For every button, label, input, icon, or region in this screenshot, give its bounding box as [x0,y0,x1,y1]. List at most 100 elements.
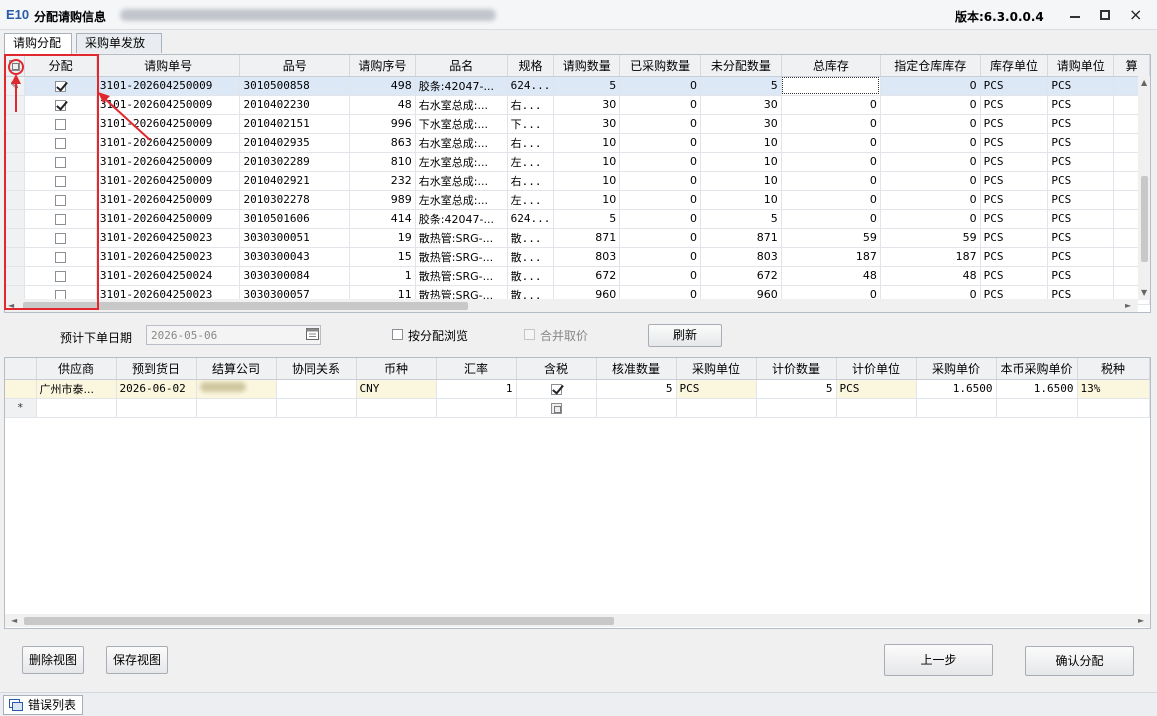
cell-stock_unit[interactable]: PCS [980,114,1049,134]
cell-stock[interactable] [781,76,881,96]
cell-unalloc[interactable]: 30 [700,95,782,115]
cell-unalloc[interactable]: 10 [700,152,782,172]
cell-seq[interactable]: 498 [349,76,416,96]
cell-allocate[interactable] [24,114,97,134]
cell-company[interactable] [196,379,277,399]
cell-item_no[interactable]: 3010500858 [239,76,350,96]
cell-purchased[interactable]: 0 [619,190,701,210]
requisition-vertical-scrollbar[interactable]: ▲ ▼ [1138,76,1150,300]
cell-req_unit[interactable]: PCS [1047,266,1115,286]
cell-stock[interactable]: 0 [781,209,881,229]
scroll-thumb[interactable] [1141,176,1148,262]
cell-item_no[interactable]: 2010402935 [239,133,350,153]
close-button[interactable]: × [1122,4,1148,26]
cell-req_no[interactable]: 3101-202604250009 [96,133,241,153]
scroll-up-icon[interactable]: ▲ [1141,78,1147,87]
cell-qty[interactable]: 5 [553,209,621,229]
cell-seq[interactable]: 15 [349,247,416,267]
cell-seq[interactable]: 863 [349,133,416,153]
cell-price_qty[interactable]: 5 [756,379,837,399]
cell-unalloc[interactable]: 672 [700,266,782,286]
allocate-checkbox[interactable] [55,175,67,187]
cell-tax[interactable]: 13% [1077,379,1150,399]
cell-req_unit[interactable]: PCS [1047,209,1115,229]
cell-req_unit[interactable]: PCS [1047,76,1115,96]
cell-qty[interactable]: 10 [553,171,621,191]
cell-stock_unit[interactable]: PCS [980,152,1049,172]
column-header-price_unit[interactable]: 计价单位 [836,358,917,380]
scroll-down-icon[interactable]: ▼ [1141,288,1147,297]
cell-seq[interactable]: 810 [349,152,416,172]
cell-stock_unit[interactable]: PCS [980,266,1049,286]
allocate-checkbox[interactable] [55,213,67,225]
cell-tax-included[interactable] [516,398,597,418]
cell-tax-included[interactable] [516,379,597,399]
cell-item_no[interactable]: 2010402230 [239,95,350,115]
cell-seq[interactable]: 19 [349,228,416,248]
cell-stock[interactable]: 187 [781,247,881,267]
cell-allocate[interactable] [24,247,97,267]
row-indicator[interactable] [5,266,26,286]
column-header-seq[interactable]: 请购序号 [349,55,416,77]
cell-allocate[interactable] [24,152,97,172]
scroll-left-icon[interactable]: ◄ [11,614,17,627]
cell-stock[interactable]: 48 [781,266,881,286]
column-header-currency[interactable]: 币种 [356,358,437,380]
delete-view-button[interactable]: 删除视图 [22,646,84,674]
order-date-input[interactable]: 2026-05-06 [146,325,321,345]
requisition-row[interactable]: 3101-202604250009 2010302289 810 左水室总成:... 左… [5,152,1150,172]
cell-req_no[interactable]: 3101-202604250009 [96,171,241,191]
requisition-row[interactable]: 3101-202604250009 3010501606 414 胶条:42047-.… [5,209,1150,229]
previous-step-button[interactable]: 上一步 [884,644,993,676]
cell-rate[interactable] [436,398,517,418]
cell-item_no[interactable]: 3030300051 [239,228,350,248]
allocate-checkbox[interactable] [55,270,67,282]
cell-spec[interactable]: 624... [507,76,555,96]
cell-unalloc[interactable]: 803 [700,247,782,267]
column-header-arrival[interactable]: 预到货日 [116,358,197,380]
cell-purchased[interactable]: 0 [619,171,701,191]
cell-req_no[interactable]: 3101-202604250009 [96,95,241,115]
cell-spec[interactable]: 右... [507,133,555,153]
scroll-left-icon[interactable]: ◄ [8,299,14,312]
cell-spec[interactable]: 右... [507,171,555,191]
cell-unalloc[interactable]: 30 [700,114,782,134]
cell-stock_unit[interactable]: PCS [980,228,1049,248]
cell-item_no[interactable]: 3010501606 [239,209,350,229]
cell-seq[interactable]: 1 [349,266,416,286]
cell-stock_unit[interactable]: PCS [980,171,1049,191]
cell-local_price[interactable] [996,398,1078,418]
cell-name[interactable]: 左水室总成:... [415,190,508,210]
cell-req_unit[interactable]: PCS [1047,247,1115,267]
row-indicator[interactable] [5,133,26,153]
maximize-button[interactable] [1092,4,1118,26]
cell-req_no[interactable]: 3101-202604250023 [96,228,241,248]
requisition-row[interactable]: ✎ 3101-202604250009 3010500858 498 胶条:42047-… [5,76,1150,96]
cell-item_no[interactable]: 2010302278 [239,190,350,210]
requisition-horizontal-scrollbar[interactable]: ◄ ► [5,299,1138,312]
new-row-marker[interactable]: * [5,398,37,418]
select-all-checkbox[interactable] [9,60,21,72]
cell-name[interactable]: 右水室总成:... [415,95,508,115]
cell-arrival[interactable] [116,398,197,418]
minimize-button[interactable] [1062,4,1088,26]
cell-relation[interactable] [276,398,357,418]
cell-stock[interactable]: 59 [781,228,881,248]
cell-purchased[interactable]: 0 [619,152,701,172]
cell-stock_unit[interactable]: PCS [980,209,1049,229]
column-header-ind[interactable] [5,358,37,380]
row-indicator[interactable]: ✎ [5,76,26,96]
cell-req_unit[interactable]: PCS [1047,190,1115,210]
column-header-item_no[interactable]: 品号 [239,55,350,77]
tax-included-checkbox[interactable] [550,402,562,414]
column-header-stock_unit[interactable]: 库存单位 [980,55,1049,77]
cell-price_qty[interactable] [756,398,837,418]
supplier-horizontal-scrollbar[interactable]: ◄ ► [5,614,1150,627]
requisition-row[interactable]: 3101-202604250009 2010302278 989 左水室总成:... 左… [5,190,1150,210]
cell-seq[interactable]: 996 [349,114,416,134]
cell-name[interactable]: 散热管:SRG-... [415,266,508,286]
cell-stock_unit[interactable]: PCS [980,190,1049,210]
cell-relation[interactable] [276,379,357,399]
column-header-unalloc[interactable]: 未分配数量 [700,55,782,77]
browse-by-allocation-checkbox[interactable] [392,329,403,340]
